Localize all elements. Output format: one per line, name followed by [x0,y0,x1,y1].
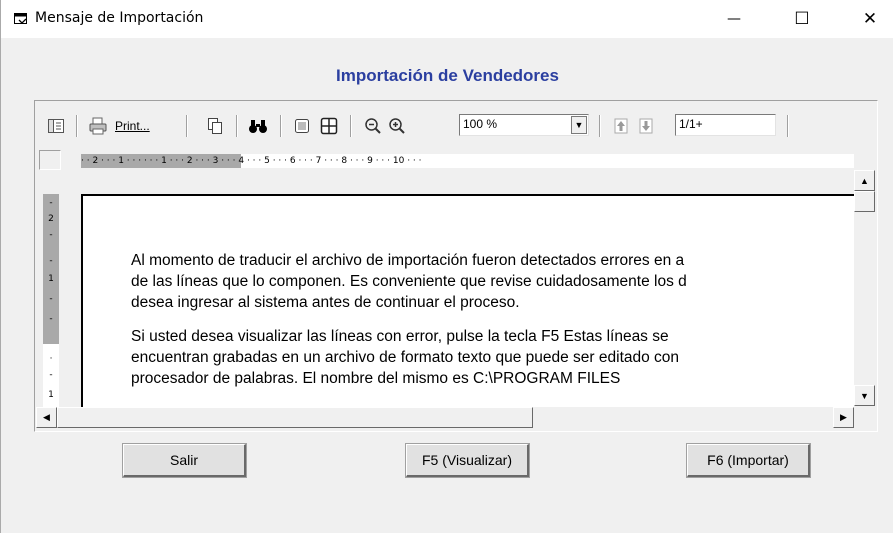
toggle-tree-button[interactable] [46,116,66,136]
ruler-mark: · [49,354,53,364]
multi-page-button[interactable] [318,116,340,136]
ruler-mark: - [49,370,53,380]
multi-page-icon [320,117,338,135]
page-up-icon [614,118,628,134]
text-line: de las líneas que lo componen. Es conven… [131,273,687,290]
zoom-out-icon [365,118,381,134]
viewer-toolbar: Print... 100 % ▼ 1/1+ [36,102,876,146]
toolbar-separator [280,115,282,137]
minimize-icon: — [727,11,741,27]
single-page-button[interactable] [291,116,313,136]
arrow-up-icon: ▲ [860,175,869,186]
importar-button[interactable]: F6 (Importar) [686,443,811,478]
window-title: Mensaje de Importación [35,10,204,26]
ruler-mark: - [49,230,53,240]
toolbar-separator [350,115,352,137]
horizontal-ruler: · · 2 · · · 1 · · · · · · 1 · · · 2 · · … [81,154,854,168]
page-down-icon [639,118,653,134]
zoom-in-button[interactable] [386,116,408,136]
zoom-value: 100 % [463,117,498,131]
minimize-button[interactable]: — [711,0,757,38]
copy-button[interactable] [204,116,226,136]
arrow-down-icon: ▼ [860,390,869,401]
previous-page-button[interactable] [611,116,631,136]
maximize-button[interactable]: ☐ [779,0,825,38]
toolbar-separator [787,115,789,137]
page-title: Importación de Vendedores [336,66,559,85]
title-bar: Mensaje de Importación — ☐ ✕ [1,0,893,38]
horizontal-scroll-thumb[interactable] [57,407,533,428]
ruler-mark: 2 [48,214,54,224]
vertical-scrollbar[interactable]: ▲ ▼ [854,170,875,406]
zoom-in-icon [389,118,405,134]
copy-icon [208,118,222,134]
chevron-down-icon[interactable]: ▼ [571,116,587,134]
close-icon: ✕ [862,9,878,29]
message-text: Al momento de traducir el archivo de imp… [131,250,854,402]
toolbar-separator [186,115,188,137]
ruler-mark: - [49,256,53,266]
scroll-up-button[interactable]: ▲ [854,170,875,191]
text-line: Si usted desea visualizar las líneas con… [131,328,669,345]
page-number-field[interactable]: 1/1+ [675,114,776,136]
toolbar-separator [599,115,601,137]
visualizar-button[interactable]: F5 (Visualizar) [405,443,530,478]
single-page-icon [295,119,309,133]
ruler-mark: 1 [48,390,54,400]
scroll-down-button[interactable]: ▼ [854,385,875,406]
search-button[interactable] [246,116,270,136]
report-page: Al momento de traducir el archivo de imp… [81,194,854,407]
ruler-ticks: · · 2 · · · 1 · · · · · · 1 · · · 2 · · … [81,156,422,166]
salir-button[interactable]: Salir [122,443,247,478]
print-button[interactable]: Print... [88,116,178,136]
text-line: encuentran grabadas en un archivo de for… [131,349,680,366]
printer-icon [89,117,107,135]
ruler-mark: - [49,294,53,304]
maximize-icon: ☐ [794,9,810,29]
toolbar-separator [236,115,238,137]
import-message-window: Mensaje de Importación — ☐ ✕ Importación… [0,0,893,533]
next-page-button[interactable] [636,116,656,136]
zoom-select[interactable]: 100 % ▼ [459,114,589,136]
ruler-mark: - [49,198,53,208]
vertical-scroll-thumb[interactable] [854,191,875,212]
ruler-mark: 1 [48,274,54,284]
toggle-tree-icon [48,119,64,133]
scroll-right-button[interactable]: ▶ [833,407,854,428]
paragraph: Si usted desea visualizar las líneas con… [131,326,854,389]
text-line: procesador de palabras. El nombre del mi… [131,370,621,387]
vertical-ruler: - 2 - - 1 - - · - 1 [43,194,59,409]
horizontal-scrollbar[interactable]: ◀ ▶ [36,407,875,428]
ruler-mark: - [49,314,53,324]
toolbar-separator [76,115,78,137]
print-label: Print... [115,119,150,133]
arrow-right-icon: ▶ [840,412,847,422]
text-line: desea ingresar al sistema antes de conti… [131,294,520,311]
arrow-left-icon: ◀ [43,412,50,422]
paragraph: Al momento de traducir el archivo de imp… [131,250,854,313]
scroll-left-button[interactable]: ◀ [36,407,57,428]
binoculars-icon [249,120,267,133]
report-viewer: Print... 100 % ▼ 1/1+ · · 2 · · · 1 · · … [34,100,878,432]
app-icon [14,13,27,24]
close-button[interactable]: ✕ [847,0,893,38]
ruler-corner [39,150,61,170]
zoom-out-button[interactable] [362,116,384,136]
text-line: Al momento de traducir el archivo de imp… [131,252,685,269]
